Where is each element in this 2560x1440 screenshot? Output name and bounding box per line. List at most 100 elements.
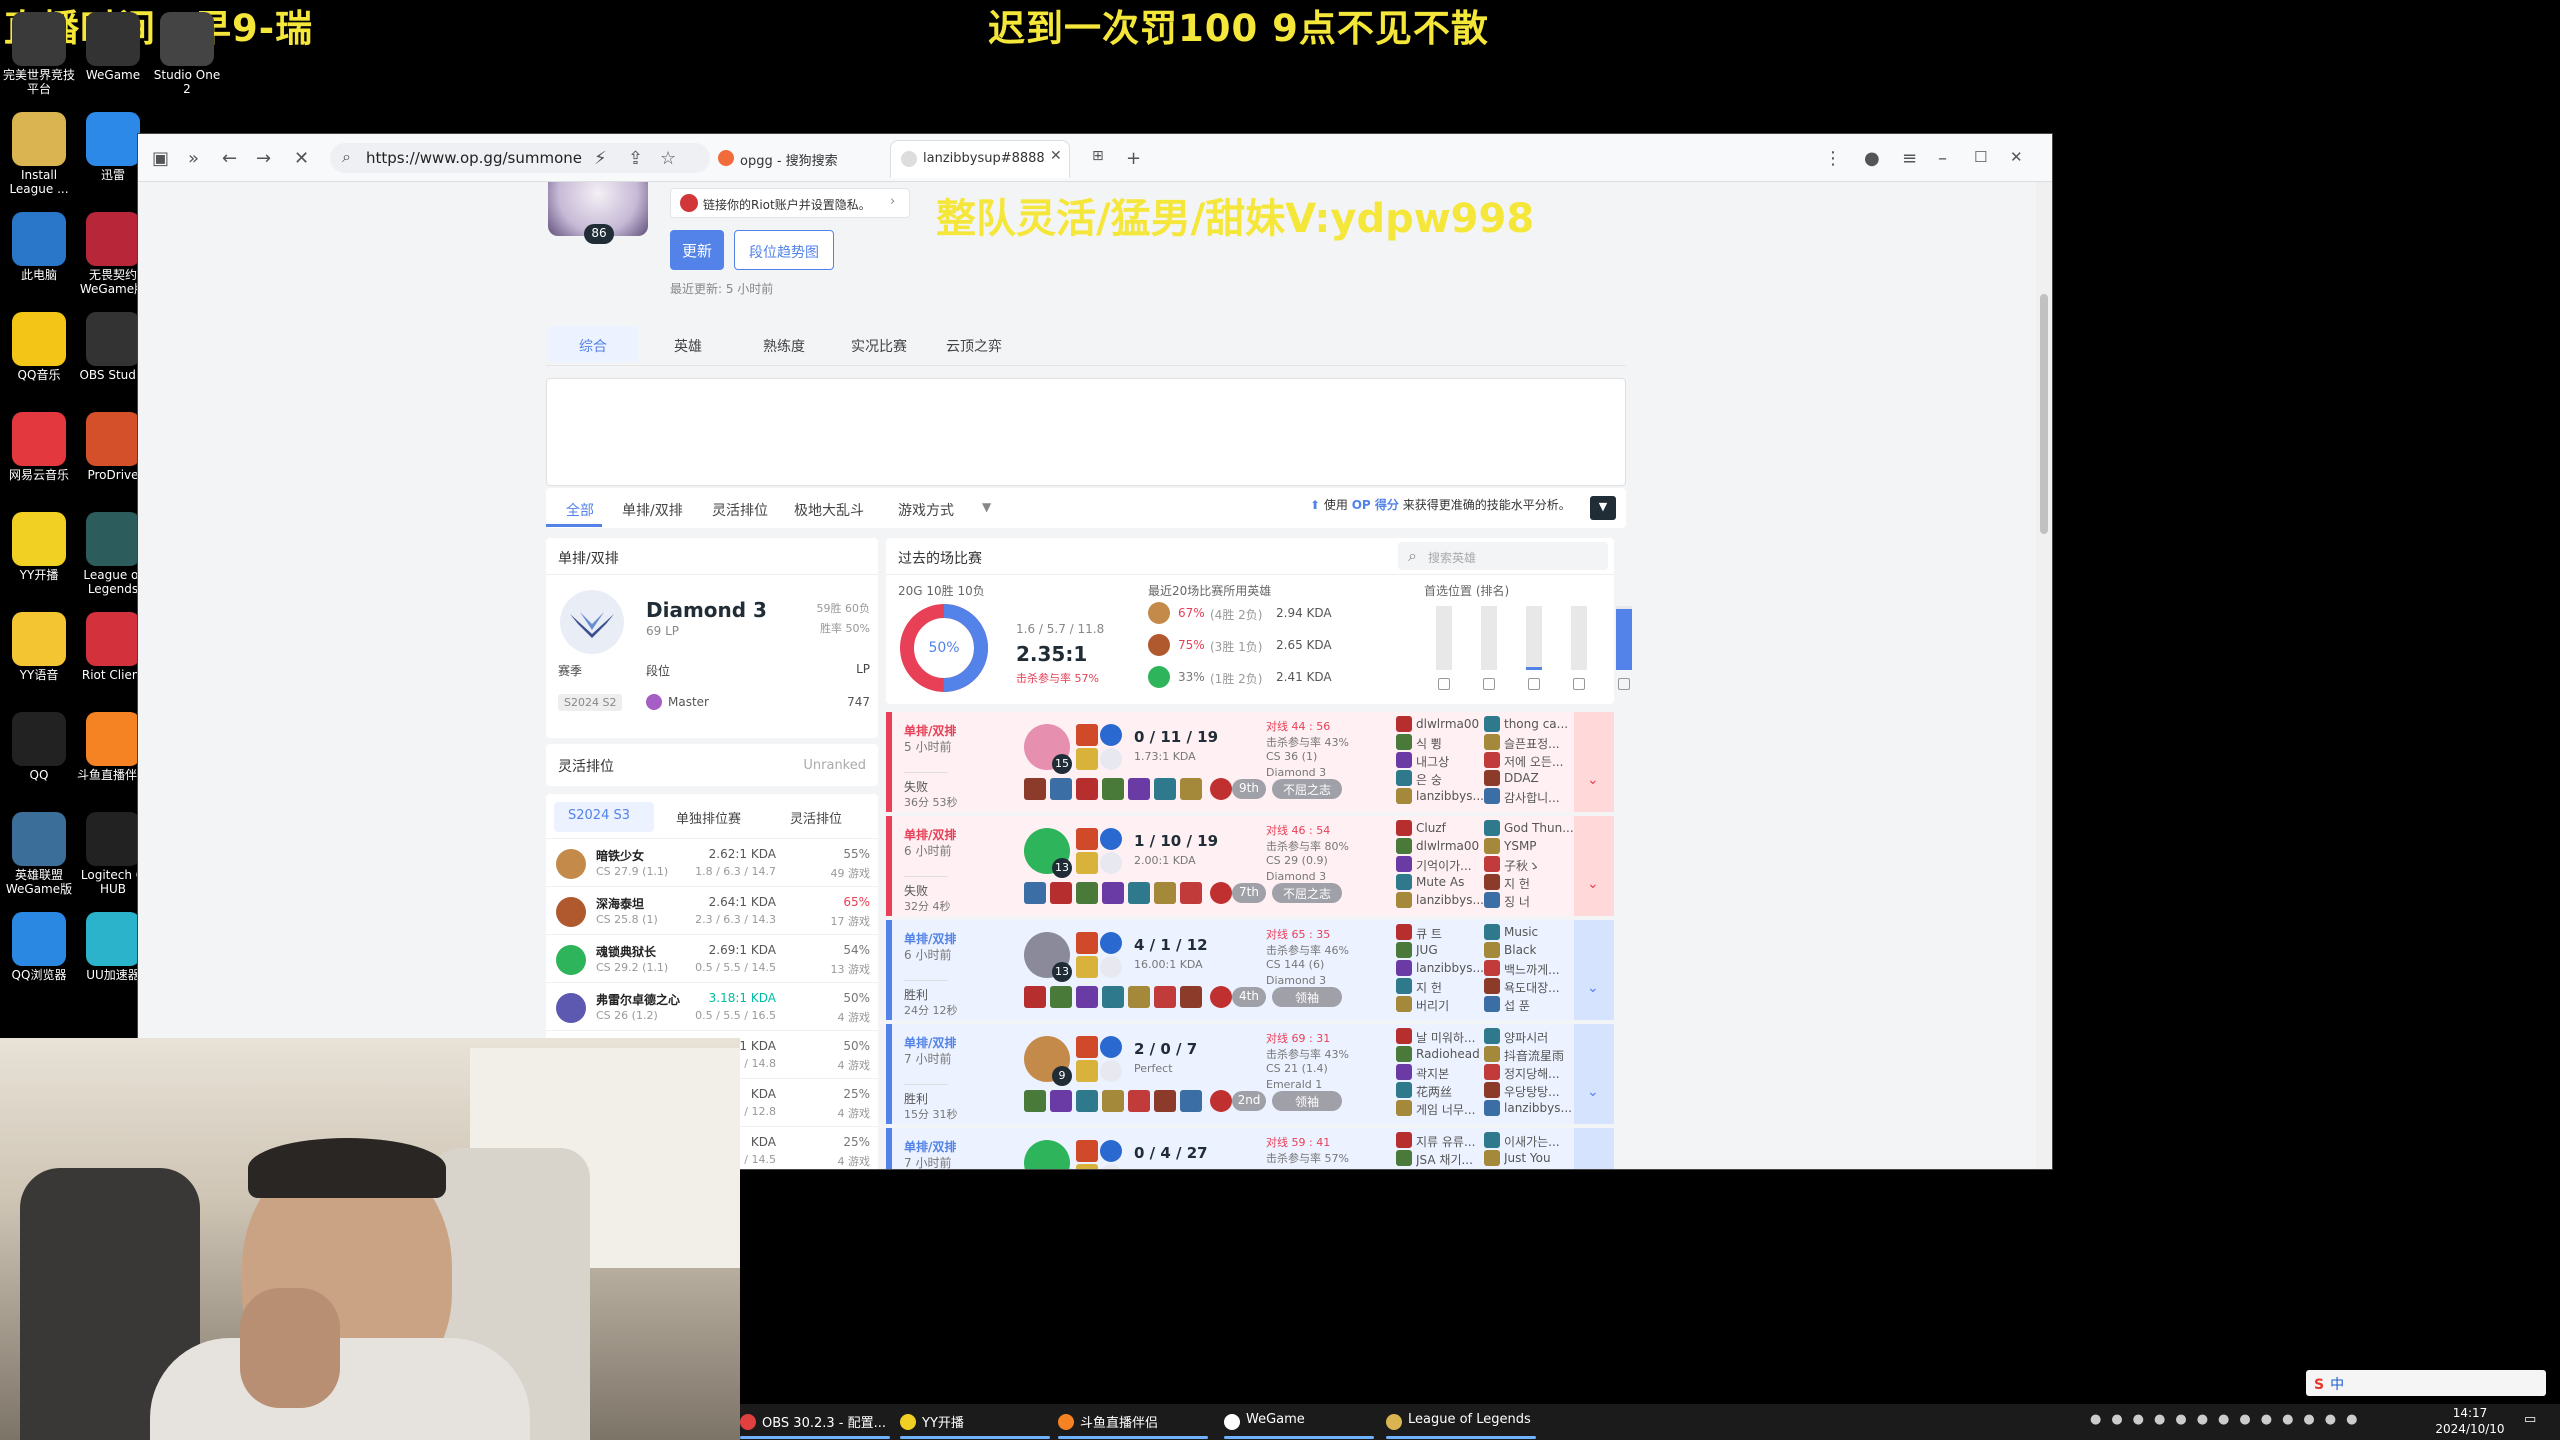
address-bar[interactable]: https://www.op.gg/summone xyxy=(330,143,710,173)
expand-match-button[interactable]: ⌄ xyxy=(1574,816,1614,916)
update-button[interactable]: 更新 xyxy=(670,230,724,270)
tray-icons[interactable]: ●●●●●●●●●●●●● xyxy=(2090,1412,2367,1427)
riot-link-notice[interactable]: 链接你的Riot账户并设置隐私。 xyxy=(670,188,910,218)
match-card[interactable]: 单排/双排 6 小时前 胜利 24分 12秒 13 4 / 1 / 12 16.00:1 K… xyxy=(886,920,1614,1020)
player-name[interactable]: 우당탕탕... xyxy=(1504,1083,1584,1100)
forward-more-icon[interactable]: » xyxy=(188,148,199,169)
taskbar-app[interactable]: OBS 30.2.3 - 配置... xyxy=(762,1412,886,1431)
player-name[interactable]: 저에 오든... xyxy=(1504,753,1584,770)
player-name[interactable]: 이새가는... xyxy=(1504,1133,1584,1150)
match-card[interactable]: 单排/双排 6 小时前 失败 32分 4秒 13 1 / 10 / 19 2.00:1 KD… xyxy=(886,816,1614,916)
desktop-icon[interactable]: WeGame xyxy=(76,12,150,82)
desktop-icon[interactable]: 英雄联盟WeGame版 xyxy=(2,812,76,896)
share-icon[interactable]: ⇪ xyxy=(628,148,643,169)
champ-row[interactable]: 深海泰坦 CS 25.8 (1) 2.64:1 KDA 2.3 / 6.3 / 14.… xyxy=(546,886,878,934)
player-name[interactable]: 감사합니... xyxy=(1504,789,1584,806)
desktop-icon[interactable]: 网易云音乐 xyxy=(2,412,76,482)
taskbar-app[interactable]: WeGame xyxy=(1246,1412,1305,1427)
player-name[interactable]: 지 헌 xyxy=(1504,875,1584,892)
desktop-icon[interactable]: QQ xyxy=(2,712,76,782)
champ-row[interactable]: 魂锁典狱长 CS 29.2 (1.1) 2.69:1 KDA 0.5 / 5.5 / … xyxy=(546,934,878,982)
player-name[interactable]: 섭 푼 xyxy=(1504,997,1584,1014)
back-icon[interactable]: ← xyxy=(222,148,237,169)
notification-icon[interactable]: ▭ xyxy=(2524,1412,2536,1427)
player-name[interactable]: 슬픈표정... xyxy=(1504,735,1584,752)
player-name[interactable]: Music xyxy=(1504,925,1584,939)
menu-dots-icon[interactable]: ⋮ xyxy=(1824,148,1842,169)
sidebar-toggle-icon[interactable]: ▣ xyxy=(152,148,169,169)
nav-tab[interactable]: 英雄 xyxy=(674,336,702,356)
player-name[interactable]: Just You xyxy=(1504,1151,1584,1165)
nav-tab[interactable]: 综合 xyxy=(579,336,607,356)
tab-opgg-profile[interactable]: lanzibbysup#8888 xyxy=(890,140,1070,178)
match-card[interactable]: 单排/双排 7 小时前 胜利 15分 31秒 9 2 / 0 / 7 Perfect 2nd 领… xyxy=(886,1024,1614,1124)
player-name[interactable]: 抖音流星雨 xyxy=(1504,1047,1584,1064)
nav-tab[interactable]: 云顶之弈 xyxy=(946,336,1002,356)
filter-tab[interactable]: 全部 xyxy=(566,500,594,520)
desktop-icon[interactable]: 此电脑 xyxy=(2,212,76,282)
match-card[interactable]: 单排/双排 5 小时前 失败 36分 53秒 15 0 / 11 / 19 1.73:1 K… xyxy=(886,712,1614,812)
minimize-icon[interactable]: – xyxy=(1938,148,1947,169)
close-window-icon[interactable]: ✕ xyxy=(2010,148,2023,166)
player-name[interactable]: DDAZ xyxy=(1504,771,1584,785)
desktop-icon[interactable]: YY语音 xyxy=(2,612,76,682)
ime-toolbar[interactable]: S中 xyxy=(2306,1370,2546,1396)
tab-list-icon[interactable]: ⊞ xyxy=(1092,148,1104,164)
new-tab-button[interactable]: + xyxy=(1126,148,1141,169)
champ-stat-tab[interactable]: 灵活排位 xyxy=(790,808,842,827)
expand-match-button[interactable]: ⌄ xyxy=(1574,712,1614,812)
match-card[interactable]: 单排/双排 7 小时前 0 / 4 / 27 对线 59 : 41 击杀参与率 57% 지… xyxy=(886,1128,1614,1169)
filter-tab[interactable]: 极地大乱斗 xyxy=(794,500,864,520)
clock-time[interactable]: 14:17 xyxy=(2430,1406,2510,1420)
profile-icon[interactable]: ● xyxy=(1864,148,1880,169)
champion-search-input[interactable]: 搜索英雄 xyxy=(1398,542,1608,570)
stop-icon[interactable]: ✕ xyxy=(294,148,309,169)
clock-date[interactable]: 2024/10/10 xyxy=(2430,1422,2510,1436)
filter-tab[interactable]: 灵活排位 xyxy=(712,500,768,520)
player-name[interactable]: 징 너 xyxy=(1504,893,1584,910)
star-icon[interactable]: ☆ xyxy=(660,148,676,169)
nav-tab[interactable]: 熟练度 xyxy=(763,336,805,356)
player-name[interactable]: thong ca... xyxy=(1504,717,1584,731)
chevron-down-icon[interactable]: ▼ xyxy=(982,500,991,514)
nav-tab[interactable]: 实况比赛 xyxy=(851,336,907,356)
desktop-icon[interactable]: YY开播 xyxy=(2,512,76,582)
player-name[interactable]: 욕도대장... xyxy=(1504,979,1584,996)
expand-match-button[interactable]: ⌄ xyxy=(1574,920,1614,1020)
desktop-icon[interactable]: QQ音乐 xyxy=(2,312,76,382)
player-name[interactable]: Black xyxy=(1504,943,1584,957)
filter-tab[interactable]: 游戏方式 xyxy=(898,500,954,520)
expand-match-button[interactable]: ⌄ xyxy=(1574,1128,1614,1169)
desktop-icon[interactable]: Studio One 2 xyxy=(150,12,224,96)
champ-stat-tab[interactable]: S2024 S3 xyxy=(568,808,630,823)
hamburger-icon[interactable]: ≡ xyxy=(1902,148,1917,169)
page-scrollbar[interactable] xyxy=(2036,182,2052,1169)
bolt-icon[interactable]: ⚡ xyxy=(594,148,607,169)
champ-row[interactable]: 暗铁少女 CS 27.9 (1.1) 2.62:1 KDA 1.8 / 6.3 / 1… xyxy=(546,838,878,886)
player-name[interactable]: 정지당해... xyxy=(1504,1065,1584,1082)
taskbar-app[interactable]: 斗鱼直播伴侣 xyxy=(1080,1412,1158,1431)
expand-match-button[interactable]: ⌄ xyxy=(1574,1024,1614,1124)
player-name[interactable]: 백느까게... xyxy=(1504,961,1584,978)
champ-row[interactable]: 弗雷尔卓德之心 CS 26 (1.2) 3.18:1 KDA 0.5 / 5.5 / … xyxy=(546,982,878,1030)
player-name[interactable]: lanzibbys... xyxy=(1504,1101,1584,1115)
desktop-icon[interactable]: 完美世界竞技平台 xyxy=(2,12,76,96)
close-tab-icon[interactable]: ✕ xyxy=(1050,148,1062,164)
filter-tab[interactable]: 单排/双排 xyxy=(622,500,683,520)
champ-stat-tab[interactable]: 单独排位赛 xyxy=(676,808,741,827)
tab-opgg-search[interactable]: opgg - 搜狗搜索 xyxy=(708,140,878,178)
op-expand-button[interactable]: ▼ xyxy=(1590,496,1616,520)
player-name[interactable]: God Thun... xyxy=(1504,821,1584,835)
taskbar-app[interactable]: YY开播 xyxy=(922,1412,964,1431)
player-name[interactable]: 子秋ゝ xyxy=(1504,857,1584,874)
desktop-icon[interactable]: QQ浏览器 xyxy=(2,912,76,982)
maximize-icon[interactable]: ☐ xyxy=(1974,148,1987,166)
desktop-icon[interactable]: Install League ... xyxy=(2,112,76,196)
tier-graph-button[interactable]: 段位趋势图 xyxy=(734,230,834,270)
player-name[interactable]: YSMP xyxy=(1504,839,1584,853)
op-score-hint[interactable]: ⬆ 使用 OP 得分 来获得更准确的技能水平分析。 xyxy=(1310,496,1580,522)
forward-icon[interactable]: → xyxy=(256,148,271,169)
player-name[interactable]: 양파시러 xyxy=(1504,1029,1584,1046)
taskbar-app[interactable]: League of Legends xyxy=(1408,1412,1531,1427)
scrollbar-thumb[interactable] xyxy=(2040,294,2048,534)
